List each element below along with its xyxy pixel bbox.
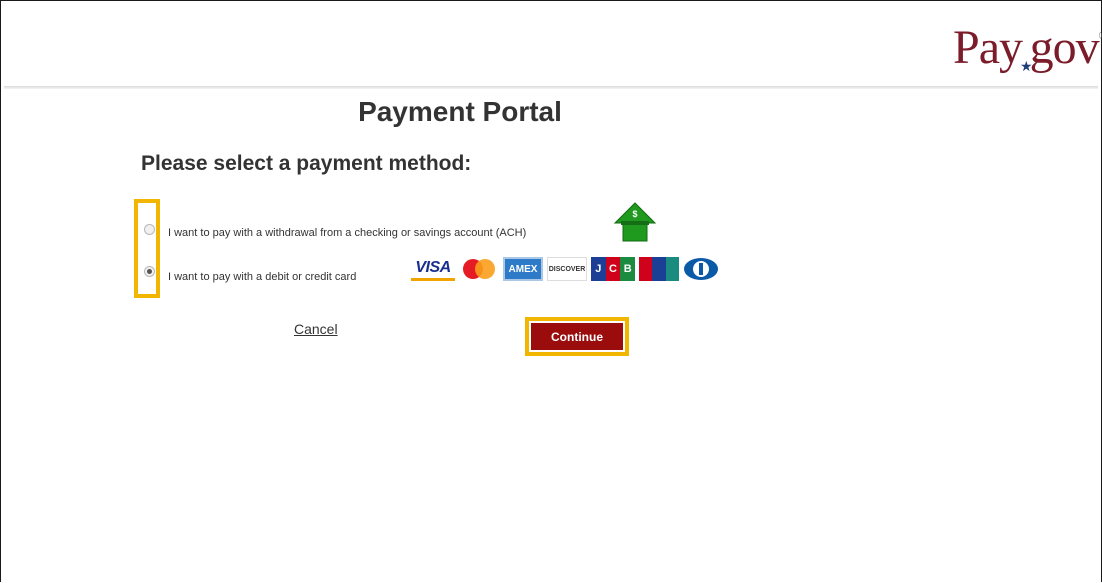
paygov-logo: Pay★gov® <box>953 20 1102 80</box>
card-logos: VISA AMEX DISCOVER JCB <box>411 254 719 284</box>
card-option-label: I want to pay with a debit or credit car… <box>168 271 357 283</box>
visa-icon: VISA <box>411 257 455 281</box>
unionpay-icon <box>639 257 679 281</box>
logo-star-icon: ★ <box>1020 60 1033 75</box>
page-title: Payment Portal <box>358 96 562 127</box>
continue-button[interactable]: Continue <box>531 323 623 350</box>
mastercard-icon <box>459 257 499 281</box>
svg-text:$: $ <box>632 209 637 219</box>
diners-club-icon <box>683 257 719 281</box>
continue-highlight-box: Continue <box>525 317 629 356</box>
card-radio[interactable] <box>144 266 155 277</box>
cancel-link[interactable]: Cancel <box>294 321 338 337</box>
ach-radio[interactable] <box>144 224 155 235</box>
ach-option-label: I want to pay with a withdrawal from a c… <box>168 227 527 239</box>
payment-method-prompt: Please select a payment method: <box>141 152 472 175</box>
radio-highlight-box <box>134 199 160 298</box>
discover-icon: DISCOVER <box>547 257 587 281</box>
jcb-icon: JCB <box>591 257 636 281</box>
header-divider <box>4 86 1098 89</box>
logo-trademark: ® <box>1099 31 1102 42</box>
amex-icon: AMEX <box>503 257 543 281</box>
logo-gov: gov <box>1029 21 1100 74</box>
logo-pay: Pay <box>953 21 1023 74</box>
bank-house-icon: $ <box>613 202 657 242</box>
